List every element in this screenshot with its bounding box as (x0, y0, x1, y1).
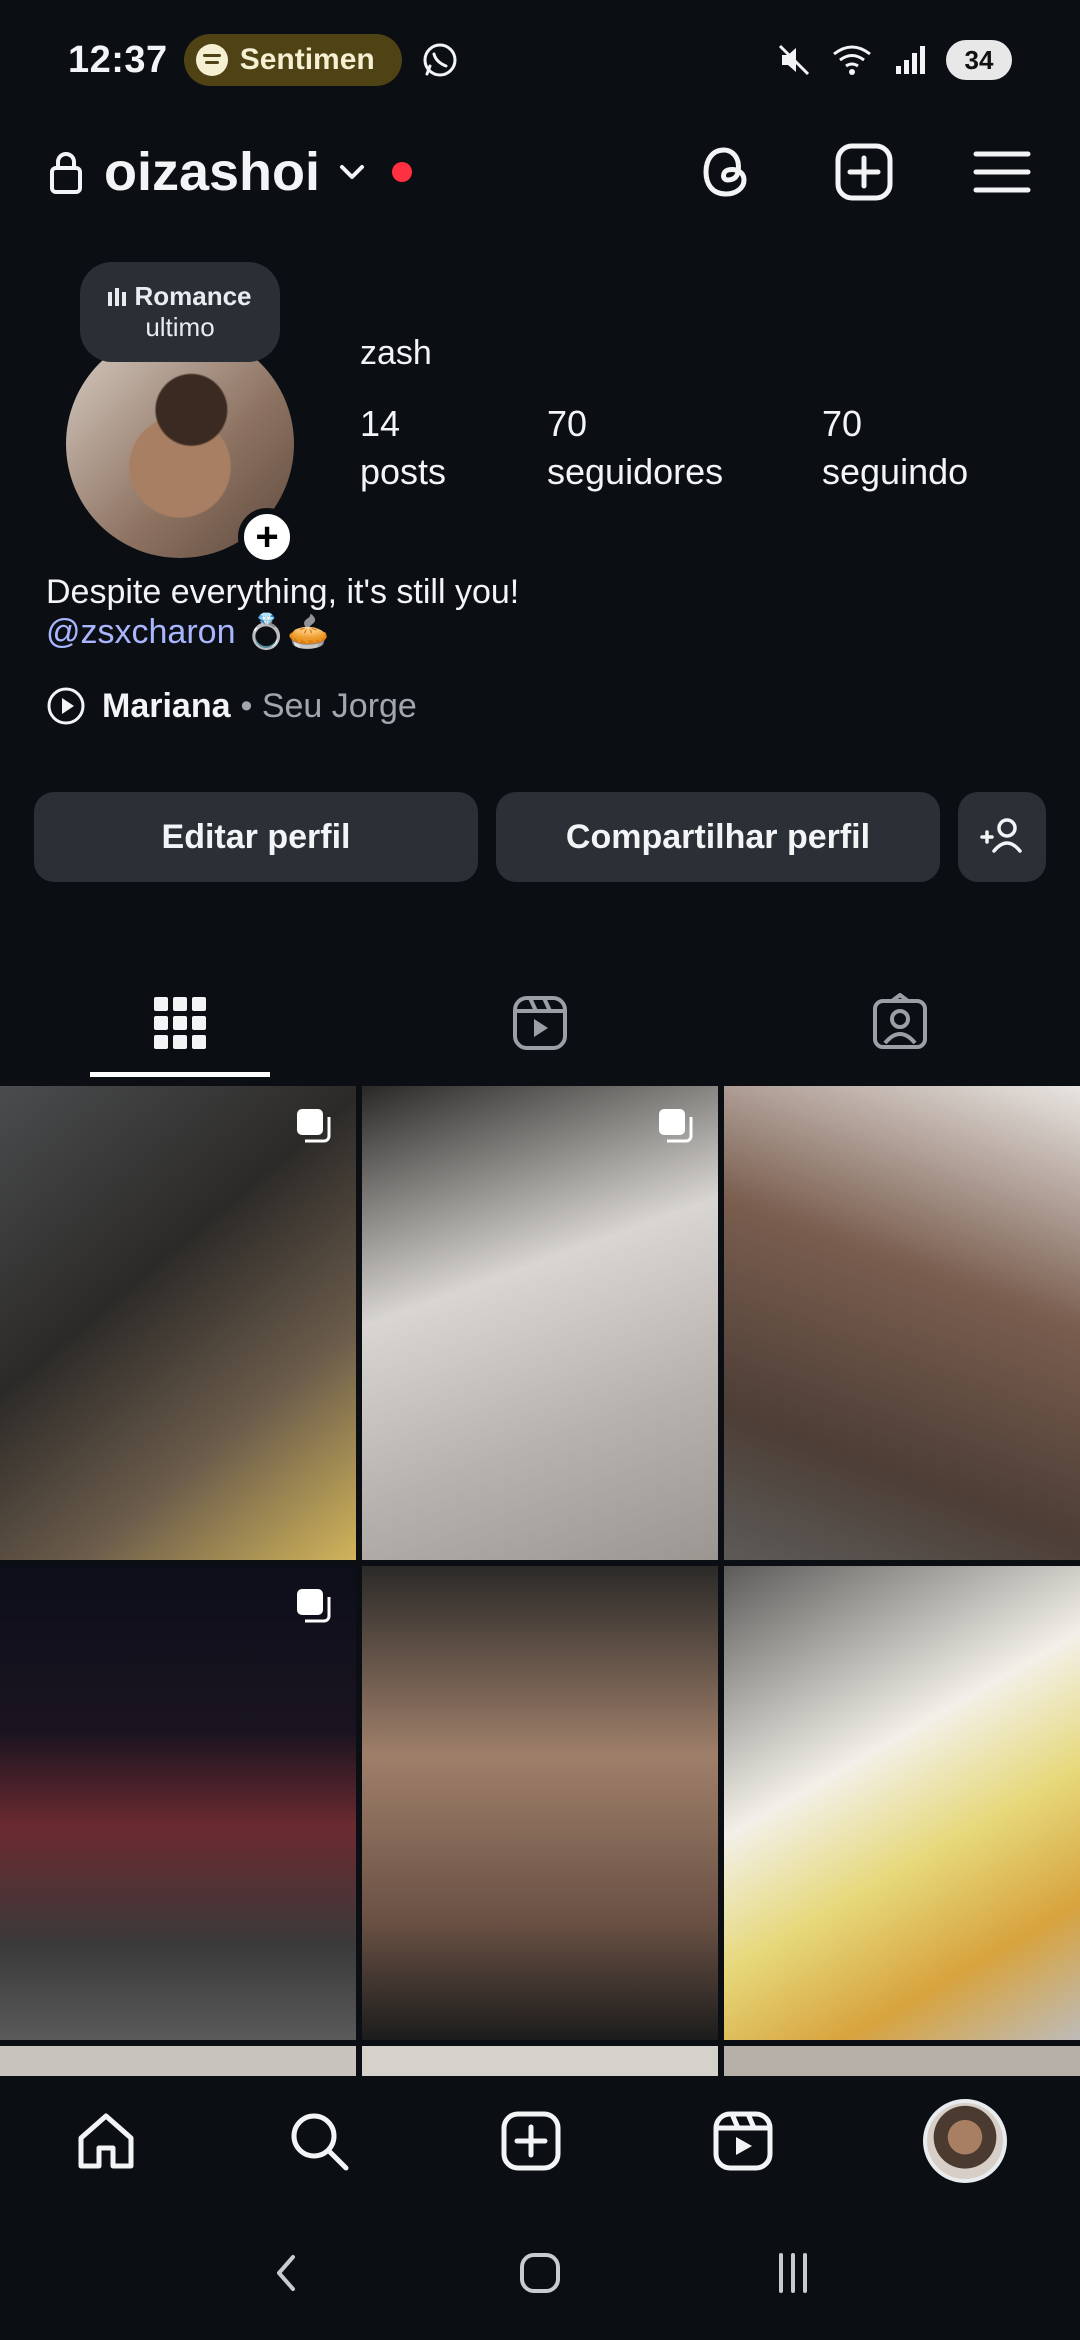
chevron-down-icon[interactable] (334, 154, 370, 190)
post-thumbnail[interactable] (0, 1086, 356, 1560)
post-thumbnail[interactable] (362, 1566, 718, 2040)
active-tab-indicator (90, 1072, 270, 1077)
spotify-now-playing-pill[interactable]: Sentimen (183, 34, 402, 86)
wifi-icon (833, 45, 871, 75)
stat-following[interactable]: 70 seguindo (822, 400, 968, 496)
create-post-icon[interactable] (832, 140, 896, 204)
search-icon[interactable] (286, 2108, 352, 2174)
add-person-icon (980, 818, 1022, 853)
bio-mention-link[interactable]: @zsxcharon (46, 613, 235, 651)
menu-icon[interactable] (970, 140, 1034, 204)
grid-icon (154, 997, 206, 1049)
stat-posts[interactable]: 14 posts (360, 400, 446, 496)
reels-icon[interactable] (710, 2108, 776, 2174)
stat-followers[interactable]: 70 seguidores (547, 400, 723, 496)
stat-value: 14 (360, 403, 401, 444)
spotify-track-text: Sentimen (239, 43, 375, 76)
profile-note[interactable]: Romance ultimo (80, 262, 280, 362)
carousel-icon (297, 1109, 331, 1143)
discover-people-button[interactable] (958, 792, 1046, 882)
music-bars-icon (108, 287, 127, 306)
bottom-navigation (0, 2076, 1080, 2206)
system-navigation (0, 2206, 1080, 2340)
carousel-icon (297, 1589, 331, 1623)
create-icon[interactable] (498, 2108, 564, 2174)
account-switcher[interactable]: oizashoi (104, 141, 320, 203)
whatsapp-icon (423, 43, 457, 77)
notification-dot (392, 162, 413, 182)
note-title: Romance (134, 281, 252, 311)
threads-icon[interactable] (694, 140, 758, 204)
post-thumbnail[interactable] (0, 2046, 356, 2076)
reels-icon (513, 996, 567, 1050)
display-name: zash (360, 334, 432, 372)
stat-label: posts (360, 451, 447, 492)
clock: 12:37 (68, 38, 168, 81)
spotify-icon (195, 44, 228, 76)
post-thumbnail[interactable] (362, 2046, 718, 2076)
play-icon (47, 687, 85, 725)
stat-label: seguindo (822, 451, 969, 492)
signal-icon (896, 46, 925, 74)
tab-reels[interactable] (360, 968, 720, 1078)
share-profile-button[interactable]: Compartilhar perfil (496, 792, 940, 882)
stat-value: 70 (547, 403, 588, 444)
battery-indicator: 34 (946, 40, 1012, 80)
mute-icon (778, 44, 810, 76)
carousel-icon (659, 1109, 693, 1143)
profile-header: oizashoi (0, 128, 1080, 216)
recent-apps-icon[interactable] (765, 2245, 821, 2301)
post-thumbnail[interactable] (724, 2046, 1080, 2076)
post-thumbnail[interactable] (362, 1086, 718, 1560)
post-thumbnail[interactable] (724, 1086, 1080, 1560)
note-subtitle: ultimo (145, 312, 215, 342)
status-bar: 12:37 Sentimen 34 (0, 0, 1080, 120)
edit-profile-button[interactable]: Editar perfil (34, 792, 478, 882)
tab-tagged[interactable] (720, 968, 1080, 1078)
home-icon[interactable] (73, 2108, 139, 2174)
profile-avatar[interactable]: + (66, 330, 296, 566)
music-song: Mariana (102, 686, 231, 725)
bio-emojis: 💍🥧 (244, 613, 330, 651)
bio: Despite everything, it's still you! @zsx… (46, 572, 519, 652)
lock-icon (50, 152, 82, 194)
back-icon[interactable] (259, 2245, 315, 2301)
add-story-icon[interactable]: + (238, 508, 296, 566)
profile-music[interactable]: Mariana • Seu Jorge (46, 686, 417, 726)
post-thumbnail[interactable] (0, 1566, 356, 2040)
profile-tabs (0, 968, 1080, 1078)
bio-text: Despite everything, it's still you! (46, 573, 520, 611)
stat-value: 70 (822, 403, 863, 444)
profile-tab-avatar[interactable] (922, 2099, 1007, 2183)
tab-posts-grid[interactable] (0, 968, 360, 1078)
music-artist: • Seu Jorge (240, 686, 417, 725)
post-thumbnail[interactable] (724, 1566, 1080, 2040)
stat-label: seguidores (547, 451, 724, 492)
home-button-icon[interactable] (512, 2245, 568, 2301)
posts-grid (0, 1086, 1080, 2076)
tagged-icon (873, 993, 927, 1049)
